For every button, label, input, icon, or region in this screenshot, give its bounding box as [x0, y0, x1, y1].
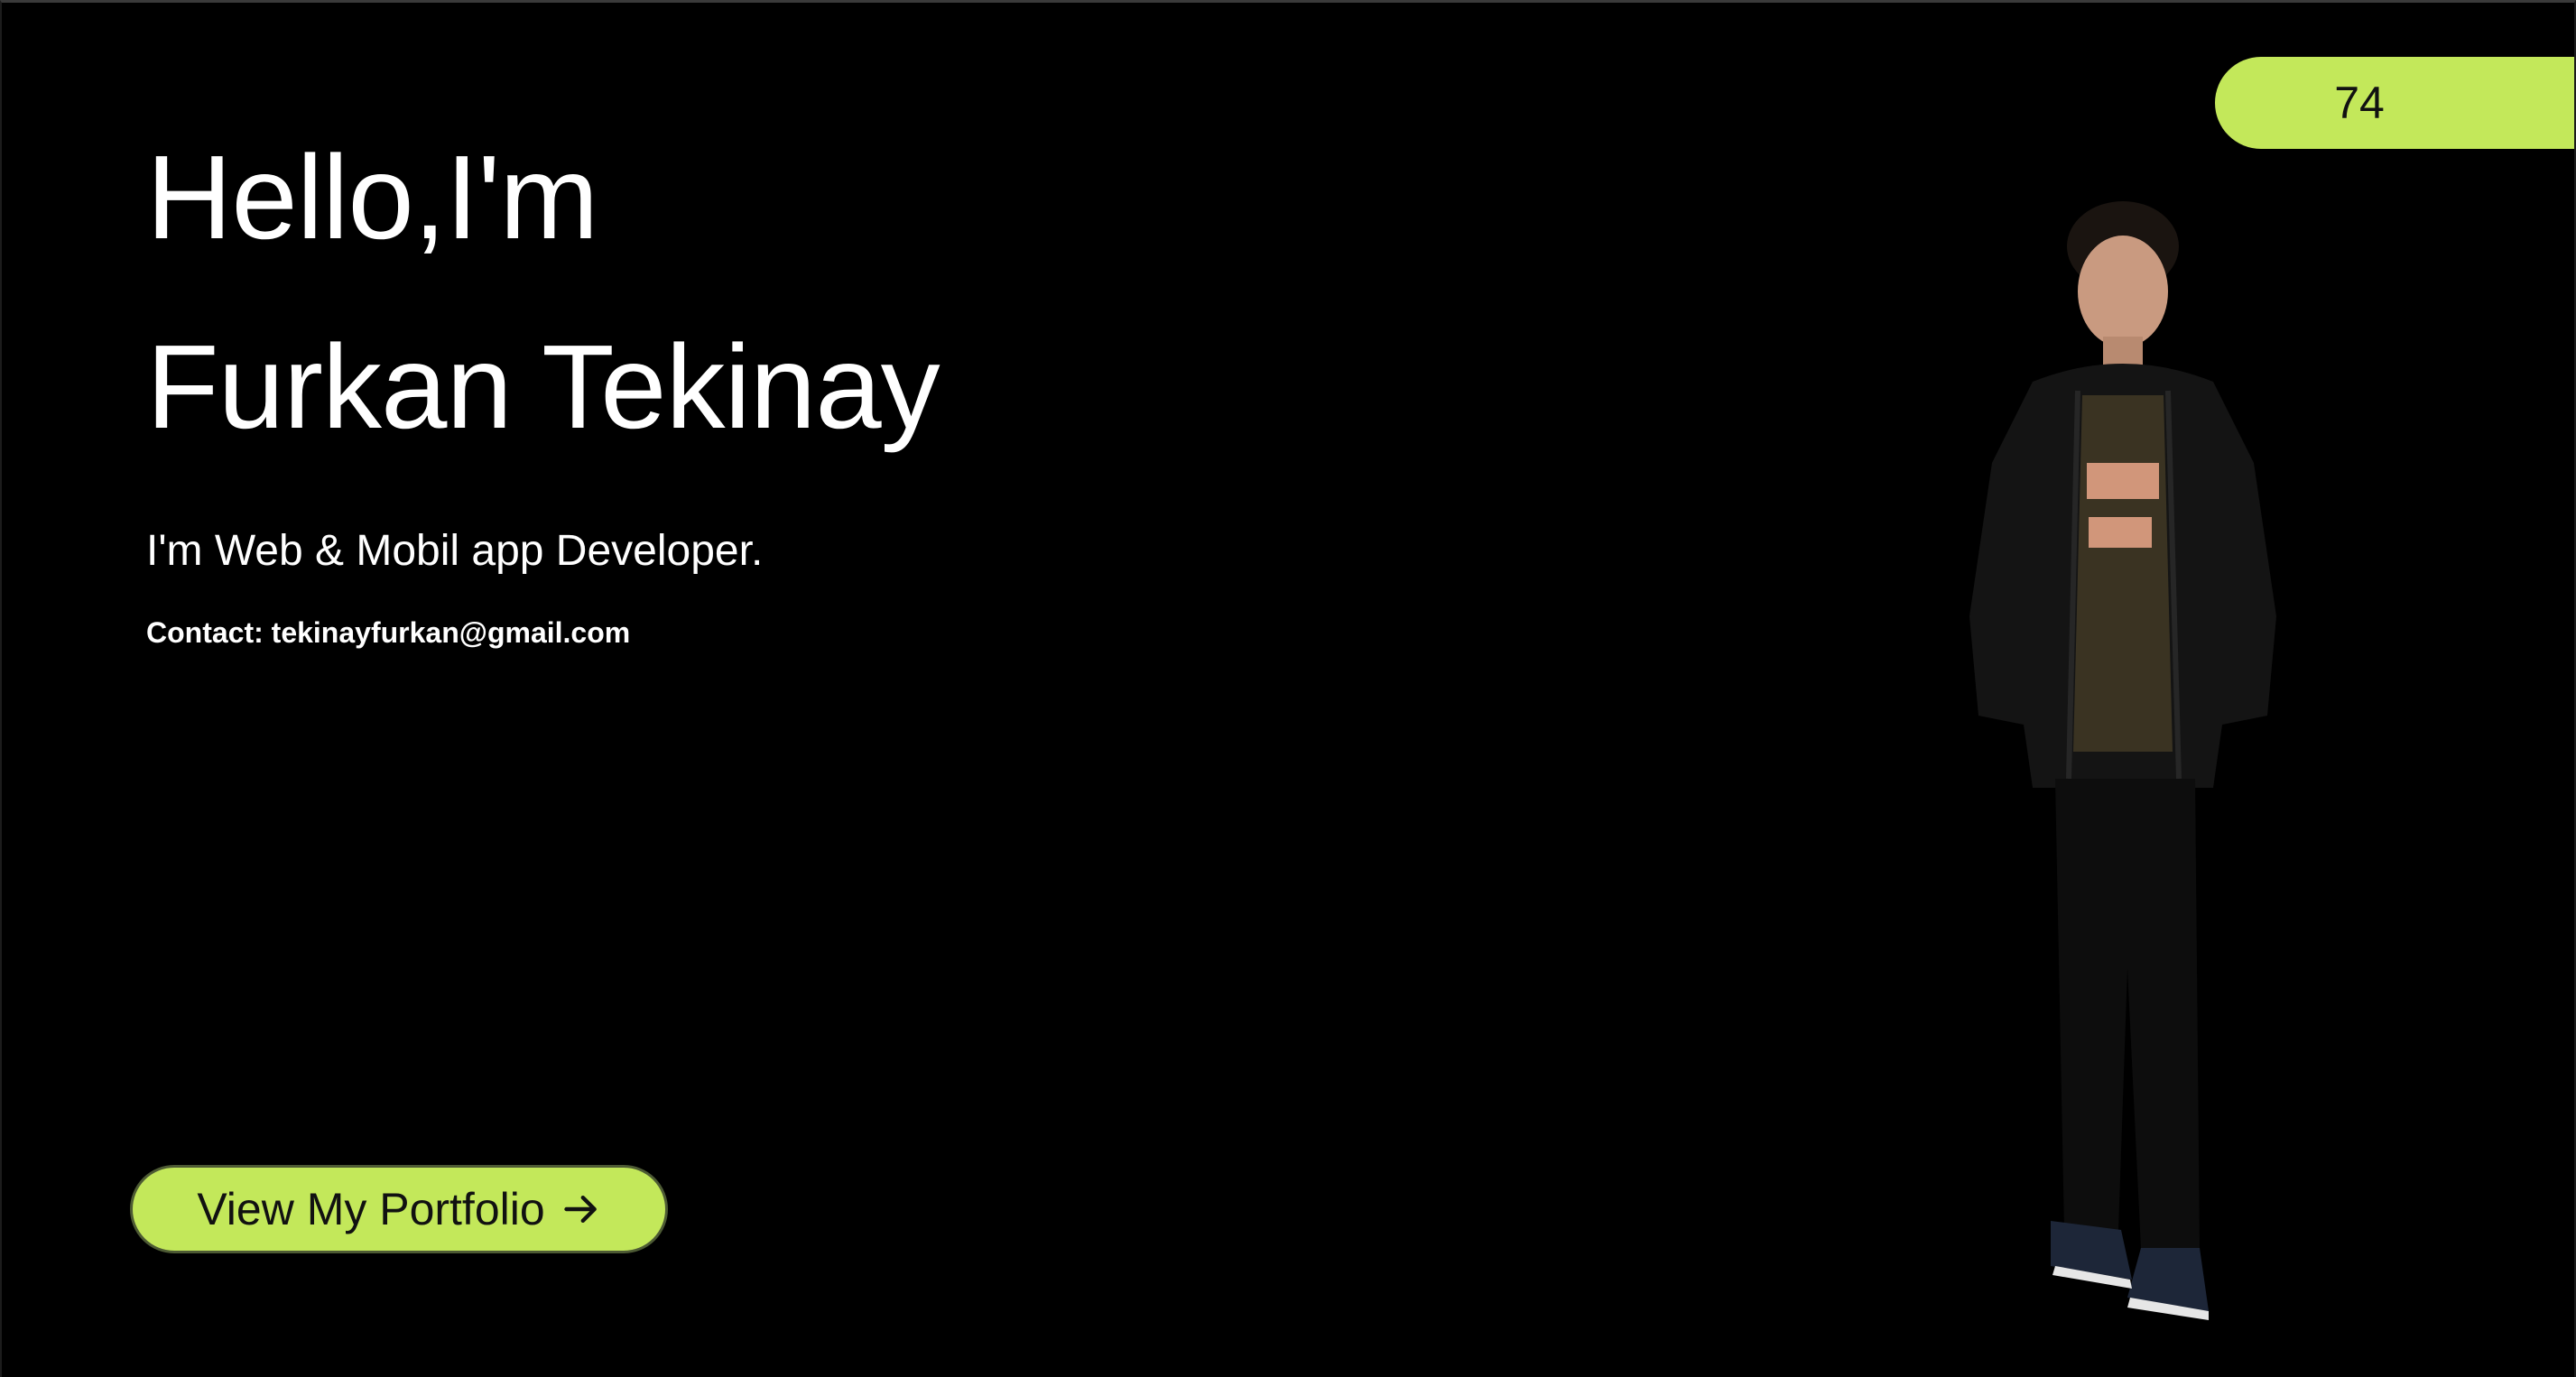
tagline: I'm Web & Mobil app Developer.	[146, 527, 764, 575]
profile-photo	[1969, 201, 2276, 1320]
name-heading: Furkan Tekinay	[146, 320, 941, 453]
arrow-right-icon	[563, 1195, 597, 1224]
landing-page: 74 Hello,I'm Furkan Tekinay I'm Web & Mo…	[0, 0, 2576, 1377]
counter-value: 74	[2334, 78, 2385, 128]
view-portfolio-button[interactable]: View My Portfolio	[130, 1165, 668, 1253]
contact-email: Contact: tekinayfurkan@gmail.com	[146, 616, 631, 649]
view-portfolio-label: View My Portfolio	[197, 1184, 545, 1234]
counter-badge: 74	[2215, 57, 2574, 149]
greeting-heading: Hello,I'm	[146, 131, 598, 263]
